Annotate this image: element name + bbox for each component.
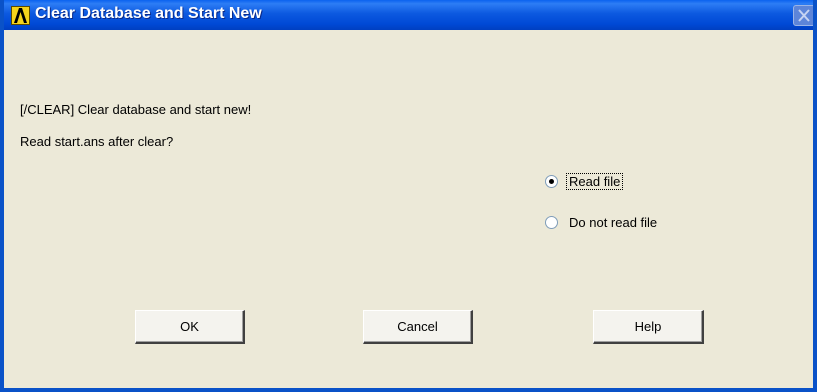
ansys-logo-icon [11,6,30,25]
radio-selected-dot [549,179,554,184]
ok-button[interactable]: OK [135,310,245,344]
clear-command-text: [/CLEAR] Clear database and start new! [20,102,252,117]
option-read-file[interactable]: Read file [545,173,624,190]
title-bar[interactable]: Clear Database and Start New [4,0,813,30]
dialog-window: Clear Database and Start New [/CLEAR] Cl… [0,0,817,392]
prompt-text: Read start.ans after clear? [20,134,174,149]
option-do-not-read-file-label: Do not read file [569,215,658,230]
radio-read-file[interactable] [545,175,558,188]
option-do-not-read-file[interactable]: Do not read file [545,215,660,230]
cancel-button[interactable]: Cancel [363,310,473,344]
option-read-file-label: Read file [566,173,624,190]
close-icon [798,9,810,22]
radio-do-not-read-file[interactable] [545,216,558,229]
close-button[interactable] [793,5,813,26]
window-title: Clear Database and Start New [35,5,262,22]
help-button[interactable]: Help [593,310,704,344]
